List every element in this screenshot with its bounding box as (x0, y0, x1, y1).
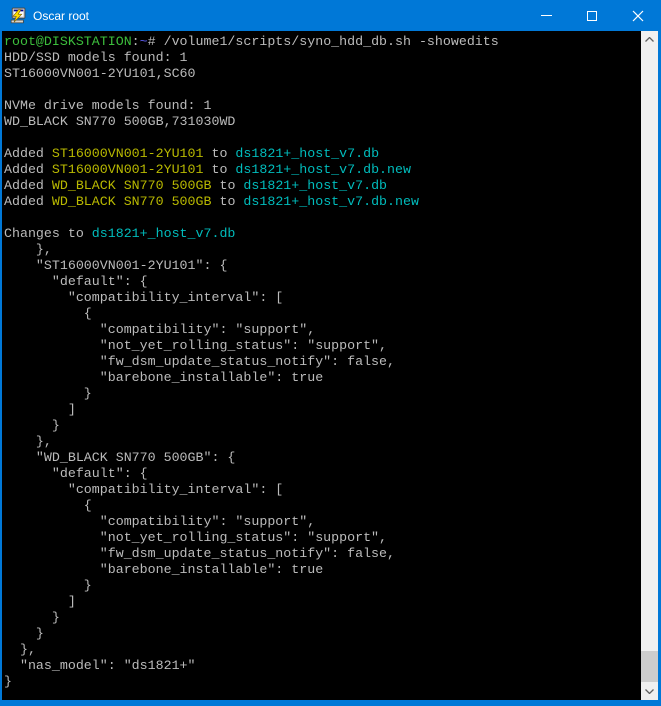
terminal-line: "compatibility": "support", (4, 322, 641, 338)
terminal-line: "barebone_installable": true (4, 370, 641, 386)
close-icon (632, 10, 644, 22)
terminal-output[interactable]: root@DISKSTATION:~# /volume1/scripts/syn… (2, 31, 641, 700)
terminal-line: } (4, 674, 641, 690)
terminal-line: "default": { (4, 274, 641, 290)
terminal-line: } (4, 386, 641, 402)
scrollbar-thumb[interactable] (641, 651, 658, 682)
caption-buttons (523, 0, 661, 31)
terminal-line: "ST16000VN001-2YU101": { (4, 258, 641, 274)
terminal-line: "not_yet_rolling_status": "support", (4, 530, 641, 546)
terminal-line: ] (4, 402, 641, 418)
terminal-line: Added WD_BLACK SN770 500GB to ds1821+_ho… (4, 178, 641, 194)
terminal-line: HDD/SSD models found: 1 (4, 50, 641, 66)
terminal-line: ST16000VN001-2YU101,SC60 (4, 66, 641, 82)
terminal-line: root@DISKSTATION:~# /volume1/scripts/syn… (4, 34, 641, 50)
terminal-line: { (4, 498, 641, 514)
terminal-line: "nas_model": "ds1821+" (4, 658, 641, 674)
chevron-down-icon (645, 689, 654, 694)
minimize-icon (541, 15, 552, 16)
terminal-line (4, 130, 641, 146)
title-bar[interactable]: Oscar root (0, 0, 661, 31)
terminal-line: { (4, 306, 641, 322)
terminal-line: Added ST16000VN001-2YU101 to ds1821+_hos… (4, 146, 641, 162)
terminal-line: ] (4, 594, 641, 610)
scroll-down-button[interactable] (641, 683, 658, 700)
terminal-line: } (4, 418, 641, 434)
close-button[interactable] (615, 0, 661, 31)
terminal-line: }, (4, 434, 641, 450)
terminal-line: "compatibility_interval": [ (4, 290, 641, 306)
terminal-line: "fw_dsm_update_status_notify": false, (4, 546, 641, 562)
terminal-line: Changes to ds1821+_host_v7.db (4, 226, 641, 242)
minimize-button[interactable] (523, 0, 569, 31)
terminal-line: }, (4, 642, 641, 658)
terminal-line: "barebone_installable": true (4, 562, 641, 578)
chevron-up-icon (645, 37, 654, 42)
putty-terminal-icon[interactable] (9, 7, 26, 24)
scroll-up-button[interactable] (641, 31, 658, 48)
terminal-line: "not_yet_rolling_status": "support", (4, 338, 641, 354)
terminal-line: }, (4, 242, 641, 258)
terminal-line: NVMe drive models found: 1 (4, 98, 641, 114)
terminal-line: "compatibility_interval": [ (4, 482, 641, 498)
terminal-line: } (4, 610, 641, 626)
terminal-line: "fw_dsm_update_status_notify": false, (4, 354, 641, 370)
terminal-line: "default": { (4, 466, 641, 482)
terminal-line: } (4, 578, 641, 594)
maximize-button[interactable] (569, 0, 615, 31)
putty-window: Oscar root root@DISKSTATION:~# /volume1/… (0, 0, 661, 706)
terminal-line: "compatibility": "support", (4, 514, 641, 530)
scrollbar[interactable] (641, 31, 658, 700)
terminal-line (4, 82, 641, 98)
terminal-line: WD_BLACK SN770 500GB,731030WD (4, 114, 641, 130)
terminal-line (4, 210, 641, 226)
terminal-line: Added WD_BLACK SN770 500GB to ds1821+_ho… (4, 194, 641, 210)
terminal-line: Added ST16000VN001-2YU101 to ds1821+_hos… (4, 162, 641, 178)
terminal-line: } (4, 626, 641, 642)
maximize-icon (587, 11, 597, 21)
terminal-line: "WD_BLACK SN770 500GB": { (4, 450, 641, 466)
window-title: Oscar root (33, 9, 89, 23)
